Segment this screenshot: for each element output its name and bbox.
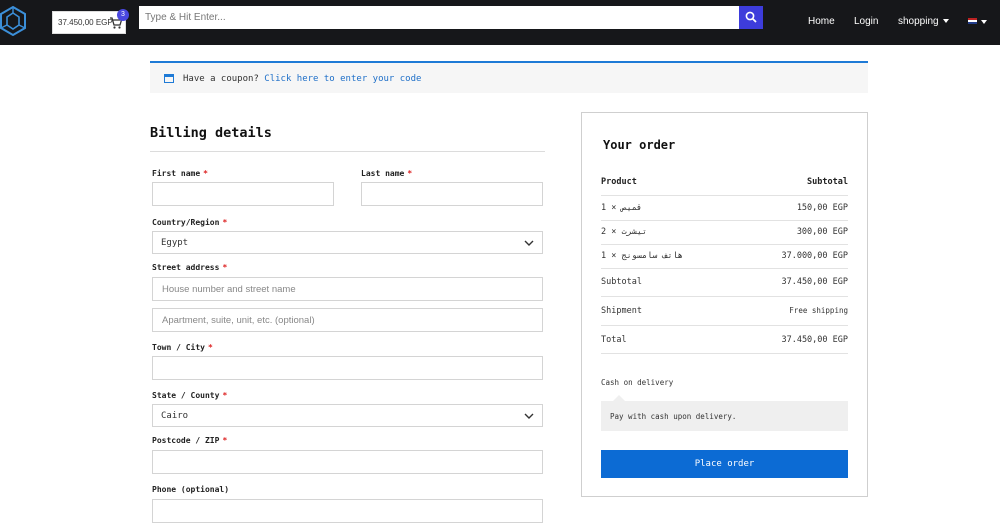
cart-widget[interactable]: 37.450,00 EGP 3 [52,9,129,34]
coupon-link[interactable]: Click here to enter your code [264,74,421,84]
last-name-label-text: Last name [361,169,405,178]
cart-total: 37.450,00 EGP [58,18,113,27]
payment-method-label[interactable]: Cash on delivery [601,378,673,387]
payment-description: Pay with cash upon delivery. [610,412,737,421]
first-name-label-text: First name [152,169,201,178]
shipment-value: Free shipping [789,306,848,315]
divider [601,296,848,297]
street-label-text: Street address [152,263,220,272]
state-label: State / County * [152,391,227,400]
postcode-field[interactable] [152,450,543,474]
required-mark: * [222,218,228,227]
required-mark: * [222,391,228,400]
divider [601,195,848,196]
divider [601,244,848,245]
search-icon [745,11,757,23]
chevron-down-icon [524,240,534,246]
state-select-value: Cairo [161,411,189,421]
search-button[interactable] [739,6,763,29]
coupon-question: Have a coupon? [183,74,259,84]
subtotal-label: Subtotal [601,277,642,287]
nav-shopping-label: shopping [898,16,939,27]
billing-title: Billing details [150,125,272,141]
last-name-label: Last name * [361,169,412,178]
caret-down-icon [942,19,949,23]
chevron-down-icon [524,413,534,419]
apartment-field[interactable] [152,308,543,332]
required-mark: * [222,263,228,272]
item-name-text: هاتف سامسونج [621,251,683,261]
state-label-text: State / County [152,391,220,400]
town-label-text: Town / City [152,343,205,352]
order-title: Your order [603,138,676,152]
country-select[interactable]: Egypt [152,231,543,254]
item-qty: × 1 [601,203,617,213]
notch [613,395,625,401]
postcode-label-text: Postcode / ZIP [152,436,220,445]
col-subtotal: Subtotal [807,177,848,187]
divider [601,268,848,269]
site-logo-icon[interactable] [0,6,26,36]
divider [601,325,848,326]
item-name-text: قميص [621,203,642,213]
subtotal-value: 37.450,00 EGP [781,277,848,287]
last-name-field[interactable] [361,182,543,206]
postcode-label: Postcode / ZIP * [152,436,227,445]
phone-field[interactable] [152,499,543,523]
nav-shopping[interactable]: shopping [898,16,949,27]
item-price: 150,00 EGP [796,203,848,213]
divider [601,353,848,354]
item-price: 300,00 EGP [796,227,848,237]
item-name-text: تيشرت [621,227,648,237]
nav-login[interactable]: Login [854,16,878,27]
required-mark: * [203,169,208,178]
language-flag-icon[interactable] [968,18,977,24]
order-summary: Your order Product Subtotal قميص × 1 150… [581,112,868,497]
town-field[interactable] [152,356,543,380]
coupon-notice: Have a coupon? Click here to enter your … [150,61,868,93]
total-label: Total [601,335,627,345]
search-input[interactable] [139,6,739,29]
site-header: 37.450,00 EGP 3 Home Login shopping [0,0,1000,45]
item-name: هاتف سامسونج × 1 [601,251,683,261]
place-order-button[interactable]: Place order [601,450,848,478]
country-label: Country/Region * [152,218,227,227]
nav-home[interactable]: Home [808,16,835,27]
total-value: 37.450,00 EGP [781,335,848,345]
item-price: 37.000,00 EGP [781,251,848,261]
item-name: تيشرت × 2 [601,227,647,237]
col-product: Product [601,177,637,187]
window-icon [164,74,174,83]
item-qty: × 2 [601,227,617,237]
caret-down-icon[interactable] [981,20,987,24]
first-name-field[interactable] [152,182,334,206]
coupon-text: Have a coupon? Click here to enter your … [183,74,421,84]
state-select[interactable]: Cairo [152,404,543,427]
item-name: قميص × 1 [601,203,642,213]
first-name-label: First name * [152,169,208,178]
required-mark: * [222,436,228,445]
shipment-label: Shipment [601,306,642,316]
required-mark: * [407,169,413,178]
divider [150,151,545,152]
cart-count-badge: 3 [117,9,129,21]
phone-label: Phone (optional) [152,485,230,494]
divider [601,220,848,221]
payment-description-box: Pay with cash upon delivery. [601,395,848,431]
street-address-field[interactable] [152,277,543,301]
street-label: Street address * [152,263,227,272]
country-label-text: Country/Region [152,218,220,227]
required-mark: * [207,343,213,352]
country-select-value: Egypt [161,238,189,248]
item-qty: × 1 [601,251,617,261]
town-label: Town / City * [152,343,213,352]
